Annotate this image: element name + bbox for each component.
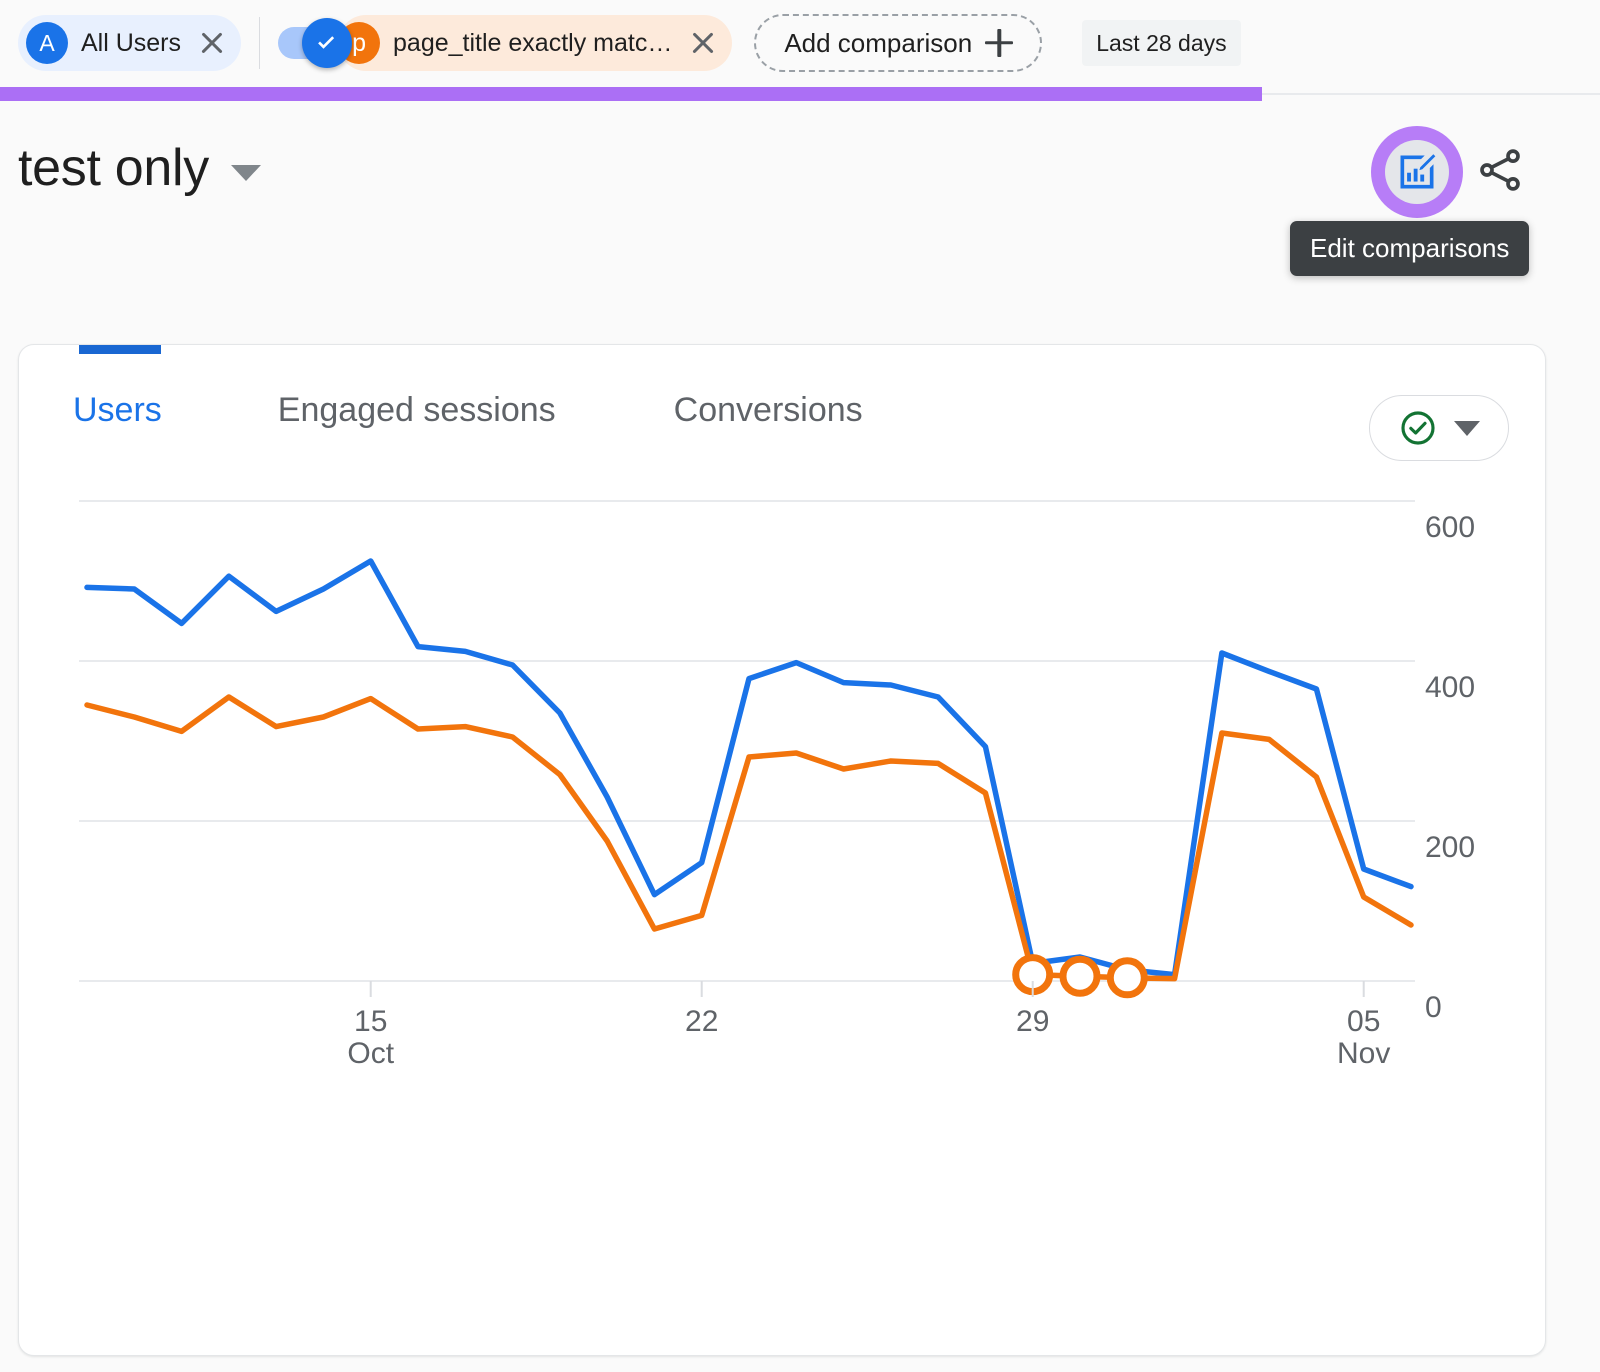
date-range-selector[interactable]: Last 28 days: [1082, 20, 1240, 66]
comparison-chip-label: page_title exactly matc…: [393, 29, 672, 58]
xaxis-tick-label: 29: [963, 1006, 1103, 1038]
chart-gridlines: [79, 501, 1415, 981]
comparison-toolbar: A All Users p page_title exactly matc… A…: [0, 0, 1600, 86]
chart-line-page-title: [87, 697, 1411, 979]
users-chart-card: Users Engaged sessions Conversions 02004…: [18, 344, 1546, 1356]
share-button[interactable]: [1470, 140, 1530, 200]
chart-marker-layer: [1016, 958, 1145, 995]
yaxis-tick-label: 400: [1425, 671, 1545, 705]
add-comparison-button[interactable]: Add comparison: [754, 14, 1042, 72]
yaxis-tick-label: 0: [1425, 991, 1545, 1025]
segment-chip-all-users[interactable]: A All Users: [18, 15, 241, 71]
plus-icon: [986, 30, 1012, 56]
chart-data-point-marker[interactable]: [1063, 959, 1097, 993]
chart-data-point-marker[interactable]: [1110, 961, 1144, 995]
check-icon: [312, 28, 342, 58]
comparison-chip-page-title[interactable]: p page_title exactly matc…: [338, 15, 732, 71]
edit-chart-icon: [1395, 150, 1439, 194]
loading-progress-fill: [0, 87, 1262, 101]
edit-comparisons-button[interactable]: [1371, 126, 1463, 218]
segment-chip-label: All Users: [81, 29, 181, 58]
add-comparison-label: Add comparison: [784, 28, 972, 59]
close-icon[interactable]: [690, 30, 716, 56]
edit-comparisons-tooltip: Edit comparisons: [1290, 221, 1529, 276]
xaxis-tick-label: 15Oct: [301, 1006, 441, 1071]
chart-series-layer: [87, 561, 1411, 979]
yaxis-tick-label: 200: [1425, 831, 1545, 865]
edit-comparisons-inner: [1385, 140, 1449, 204]
chart-xaxis-tickmarks: [371, 981, 1364, 997]
xaxis-tick-label: 05Nov: [1294, 1006, 1434, 1071]
close-icon[interactable]: [199, 30, 225, 56]
chart-svg: [19, 345, 1546, 1356]
toolbar-divider: [259, 17, 260, 69]
page-title: test only: [18, 138, 209, 198]
segment-avatar-icon: A: [26, 22, 68, 64]
page-title-row: test only: [18, 138, 261, 198]
users-time-series-chart: 0 200 400 600 15Oct 22 29 05Nov: [19, 345, 1546, 1356]
yaxis-tick-label: 600: [1425, 511, 1545, 545]
chevron-down-icon[interactable]: [231, 165, 261, 181]
loading-progress-bar: [0, 87, 1600, 101]
toggle-knob[interactable]: [302, 18, 352, 68]
share-icon: [1474, 144, 1526, 196]
comparison-toggle[interactable]: [278, 27, 342, 59]
xaxis-tick-label: 22: [632, 1006, 772, 1038]
toggle-track[interactable]: [278, 27, 342, 59]
